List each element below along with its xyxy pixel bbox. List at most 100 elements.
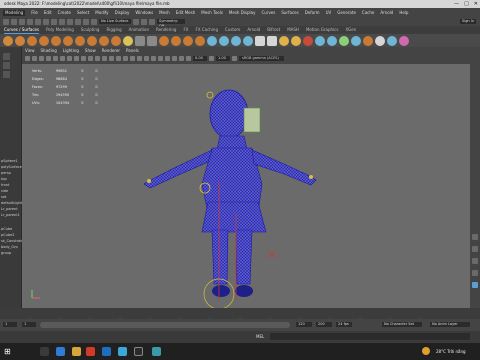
cube-icon[interactable] [15, 35, 25, 46]
viewport-menu-panels[interactable]: Panels [126, 48, 139, 53]
menu-mesh-display[interactable]: Mesh Display [229, 8, 256, 17]
weather-icon[interactable] [422, 347, 430, 355]
left-leg-mesh[interactable] [211, 229, 229, 285]
boolean-icon[interactable] [171, 35, 181, 46]
mirror-icon[interactable] [183, 35, 193, 46]
tab-curves-surfaces[interactable]: Curves / Surfaces [4, 26, 40, 34]
gate-mask-icon[interactable] [74, 56, 79, 61]
render-settings-icon[interactable] [149, 18, 155, 25]
character-model[interactable] [143, 89, 317, 297]
outliner-item[interactable]: top [1, 177, 7, 181]
maya-icon[interactable] [152, 347, 161, 356]
menu-mesh-tools[interactable]: Mesh Tools [201, 8, 223, 17]
left-arm-mesh[interactable] [143, 149, 213, 189]
outliner-item[interactable]: persp [1, 171, 11, 175]
wrist-control-right[interactable] [309, 175, 313, 179]
shadows-icon[interactable] [137, 56, 142, 61]
exposure-icon[interactable] [186, 56, 191, 61]
skirt-mesh[interactable] [201, 201, 267, 233]
combine-icon[interactable] [135, 35, 145, 46]
character-wireframe[interactable] [22, 64, 470, 308]
outliner-item[interactable]: body_Grp [1, 245, 18, 249]
sign-in-button[interactable]: Sign In [460, 19, 476, 24]
app-icon[interactable] [118, 347, 127, 356]
gamma-field[interactable]: 1.00 [216, 56, 230, 61]
viewport-3d[interactable]: Verts: 99851 0 0 Edges: 98884 0 0 Faces:… [22, 64, 470, 308]
attribute-editor-icon[interactable] [472, 246, 478, 252]
anti-aliasing-icon[interactable] [151, 56, 156, 61]
snap-view-icon[interactable] [91, 18, 97, 25]
open-scene-icon[interactable] [11, 18, 17, 25]
pipe-icon[interactable] [87, 35, 97, 46]
rotate-tool-icon[interactable] [3, 71, 10, 78]
workspace-selector[interactable]: Modeling [3, 9, 26, 16]
bridge-icon[interactable] [219, 35, 229, 46]
viewport-menu-shading[interactable]: Shading [41, 48, 57, 53]
render-view-icon[interactable] [375, 35, 385, 46]
tab-xgen[interactable]: XGen [345, 26, 356, 34]
symmetry-field[interactable]: Symmetry: Off [157, 19, 185, 28]
menu-generate[interactable]: Generate [337, 8, 356, 17]
disc-icon[interactable] [75, 35, 85, 46]
separate-icon[interactable] [147, 35, 157, 46]
snap-grid-icon[interactable] [67, 18, 73, 25]
face-control-panel[interactable] [243, 107, 261, 133]
task-view-icon[interactable] [56, 347, 65, 356]
tab-animation[interactable]: Animation [129, 26, 149, 34]
minimize-button[interactable]: — [454, 0, 459, 8]
start-frame-field[interactable]: 1 [3, 322, 17, 327]
new-scene-icon[interactable] [3, 18, 9, 25]
isolate-select-icon[interactable] [158, 56, 163, 61]
menu-modify[interactable]: Modify [95, 8, 108, 17]
safe-action-icon[interactable] [88, 56, 93, 61]
xray-icon[interactable] [165, 56, 170, 61]
multi-cut-icon[interactable] [291, 35, 301, 46]
range-end-field[interactable]: 120 [296, 322, 312, 327]
range-start-field[interactable]: 1 [22, 322, 36, 327]
soccer-ball-icon[interactable] [111, 35, 121, 46]
select-object-icon[interactable] [51, 18, 57, 25]
select-tool-icon[interactable] [3, 53, 10, 60]
helix-icon[interactable] [99, 35, 109, 46]
viewport-menu-view[interactable]: View [25, 48, 35, 53]
windows-start-icon[interactable]: ⊞ [4, 347, 13, 356]
modeling-toolkit-icon[interactable] [472, 282, 478, 288]
menu-windows[interactable]: Windows [135, 8, 153, 17]
outliner-item[interactable]: set [1, 195, 6, 199]
word-icon[interactable] [102, 347, 111, 356]
camera-icon[interactable] [25, 56, 30, 61]
mel-label[interactable]: MEL [256, 334, 264, 339]
cone-icon[interactable] [39, 35, 49, 46]
outliner-item[interactable]: pSphere1 [1, 159, 18, 163]
maximize-button[interactable]: □ [464, 0, 469, 8]
snap-curve-icon[interactable] [75, 18, 81, 25]
super-shape-icon[interactable] [123, 35, 133, 46]
outliner-item[interactable]: group [1, 251, 11, 255]
menu-select[interactable]: Select [77, 8, 89, 17]
automatic-uv-icon[interactable] [327, 35, 337, 46]
close-button[interactable]: ✕ [474, 0, 478, 8]
field-chart-icon[interactable] [81, 56, 86, 61]
outliner-item[interactable]: front [1, 183, 9, 187]
opera-icon[interactable] [86, 347, 95, 356]
unfold-uv-icon[interactable] [351, 35, 361, 46]
grid-icon[interactable] [53, 56, 58, 61]
uv-editor-icon[interactable] [315, 35, 325, 46]
menu-help[interactable]: Help [399, 8, 408, 17]
tab-motion-graphics[interactable]: Motion Graphics [306, 26, 339, 34]
cut-uv-icon[interactable] [339, 35, 349, 46]
bridge-edge-icon[interactable] [243, 35, 253, 46]
bookmark-icon[interactable] [39, 56, 44, 61]
anim-end-field[interactable]: 200 [316, 322, 332, 327]
select-component-icon[interactable] [59, 18, 65, 25]
target-weld-icon[interactable] [267, 35, 277, 46]
outliner-item[interactable]: polySurface [1, 165, 22, 169]
terminal-icon[interactable] [134, 347, 143, 356]
time-slider[interactable] [0, 308, 480, 323]
redo-icon[interactable] [35, 18, 41, 25]
color-management-icon[interactable] [232, 56, 237, 61]
tab-poly-modeling[interactable]: Poly Modeling [46, 26, 74, 34]
snap-point-icon[interactable] [83, 18, 89, 25]
outliner-item[interactable]: pCube [1, 227, 12, 231]
live-surface-field[interactable]: No Live Surface [99, 19, 131, 24]
